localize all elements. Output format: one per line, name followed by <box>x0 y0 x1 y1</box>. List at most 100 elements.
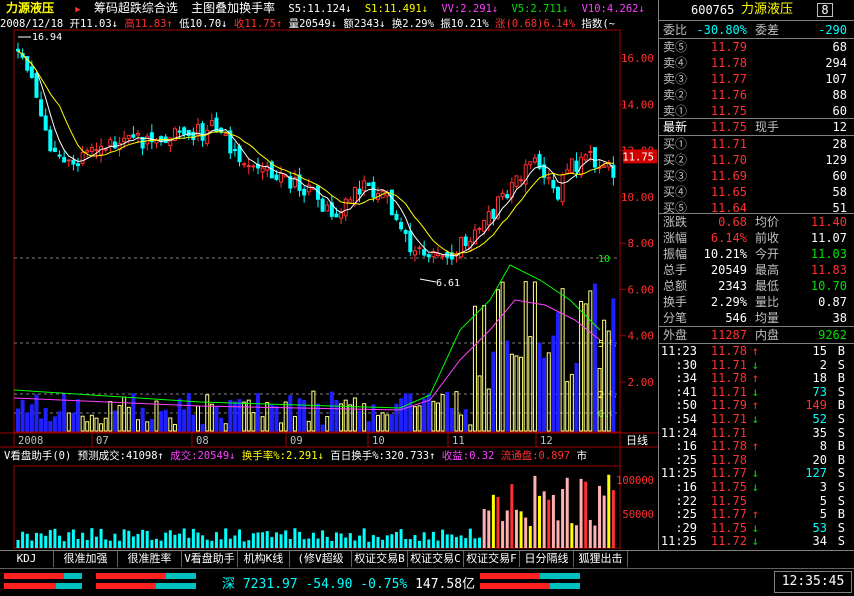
market-index-summary[interactable]: 深 7231.97 -54.90 -0.75% 147.58亿 <box>222 573 475 592</box>
market-chg: -54.90 <box>305 577 353 592</box>
volume-bar <box>242 541 246 548</box>
volume-bar <box>108 540 112 548</box>
candle-body <box>417 247 422 250</box>
bid-row[interactable]: 买① 11.71 28 <box>659 136 854 152</box>
bid-price: 11.71 <box>710 137 747 151</box>
tick-direction-icon: ↓ <box>751 412 759 426</box>
volume-bar <box>371 535 375 548</box>
candle-body <box>108 139 113 147</box>
tick-volume: 2 <box>819 357 827 372</box>
ask-row[interactable]: 卖① 11.75 60 <box>659 103 854 119</box>
indicator-tab[interactable]: 很准胜率 <box>118 551 182 567</box>
candle-body <box>463 236 468 247</box>
indicator-tab[interactable]: (修V超级MACD) <box>290 551 352 581</box>
ask-label: 卖⑤ <box>663 40 688 54</box>
vol-volume: 成交:20549↓ <box>170 450 236 462</box>
tick-price: 11.71 <box>710 384 747 399</box>
volume-bar <box>551 494 555 548</box>
ask-row[interactable]: 卖③ 11.77 107 <box>659 71 854 87</box>
vol-indicator-name[interactable]: V看盘助手(0) <box>4 450 71 462</box>
volume-bar <box>482 509 486 548</box>
bid-row[interactable]: 买④ 11.65 58 <box>659 184 854 200</box>
turnover-bar <box>112 410 117 432</box>
candle-body <box>320 198 325 212</box>
period-label[interactable]: 日线 <box>626 433 648 447</box>
x-tick-label: 11 <box>452 435 465 447</box>
menu-arrow-icon[interactable]: ▶ <box>75 5 80 15</box>
market-bar-down-2 <box>56 583 82 589</box>
market-bar-up-4 <box>96 583 156 589</box>
volume-bar <box>251 533 255 548</box>
tick-time: :25 <box>675 507 697 522</box>
kline-chart-area[interactable]: 16.0014.0012.0010.008.006.004.002.00105 … <box>0 0 658 550</box>
tick-row: :30 11.71 ↓ 2 S <box>659 357 854 372</box>
ohlc-info-row: 2008/12/18 开11.03↓ 高11.83↑ 低10.70↓ 收11.7… <box>0 17 658 31</box>
bar-volume: 量20549↓ <box>288 18 338 30</box>
volume-bar <box>210 540 214 548</box>
indicator-tab[interactable]: 日分隔线 <box>520 551 574 567</box>
stock-badge[interactable]: 8 <box>817 3 833 17</box>
volume-bar <box>565 477 569 548</box>
volume-bar <box>187 537 191 548</box>
volume-bar <box>173 534 177 548</box>
indicator-tab[interactable]: 很准加强 <box>54 551 118 567</box>
candle-body <box>223 133 228 136</box>
ask-row[interactable]: 卖② 11.76 88 <box>659 87 854 103</box>
volume-bar <box>473 538 477 548</box>
volume-bar <box>94 536 98 548</box>
kline-chart[interactable]: 16.0014.0012.0010.008.006.004.002.00105 … <box>0 0 658 550</box>
candle-body <box>85 150 90 153</box>
indicator-tab[interactable]: 权证交易B <box>352 551 408 567</box>
volume-bar <box>279 534 283 548</box>
indicator-tab[interactable]: 狐狸出击 <box>574 551 628 567</box>
turnover-bar <box>94 417 99 432</box>
candle-body <box>306 184 311 193</box>
indicator-tab[interactable]: 机构K线 <box>238 551 290 567</box>
tick-row: 11:25 11.77 ↓ 127 S <box>659 467 854 480</box>
bid-row[interactable]: 买② 11.70 129 <box>659 152 854 168</box>
turnover-bar <box>380 412 385 432</box>
volume-indicator-header: V看盘助手(0) 预测成交:41098↑ 成交:20549↓ 换手率%:2.29… <box>4 448 587 463</box>
index-label[interactable]: 指数(~ <box>581 18 615 30</box>
stat-label: 总手 <box>663 263 688 277</box>
volume-bar <box>288 538 292 548</box>
volume-bar <box>30 540 34 548</box>
volume-bar <box>358 535 362 548</box>
turnover-bar <box>48 420 53 432</box>
ask-volume: 68 <box>832 40 847 54</box>
tick-time: :25 <box>675 452 697 467</box>
tick-direction-icon: ↑ <box>751 507 759 522</box>
turnover-bar <box>122 396 127 432</box>
candle-body <box>52 147 57 153</box>
bid-row[interactable]: 买③ 11.69 60 <box>659 168 854 184</box>
market-bar-down-3 <box>166 573 196 579</box>
tick-row: :29 11.75 ↓ 53 S <box>659 521 854 535</box>
volume-bar <box>579 478 583 548</box>
indicator-tab[interactable]: 权证交易F <box>464 551 520 567</box>
volume-bar <box>122 529 126 548</box>
turnover-bar <box>99 423 104 432</box>
bar-amplitude: 振10.21% <box>440 18 489 30</box>
now-label: 现手 <box>755 120 780 134</box>
overlay-label[interactable]: 主图叠加换手率 <box>191 1 275 15</box>
candle-body <box>565 169 570 174</box>
tick-price: 11.75 <box>710 480 747 494</box>
indicator-tab[interactable]: 权证交易C <box>408 551 464 567</box>
candle-body <box>403 229 408 234</box>
tick-time: :54 <box>675 412 697 426</box>
stat-value: 2.29% <box>710 295 747 309</box>
turnover-bar <box>168 417 173 432</box>
indicator-tab[interactable]: KDJ <box>0 551 54 567</box>
turnover-bar <box>219 417 224 432</box>
turnover-bar <box>214 406 219 432</box>
indicator-tab[interactable]: V看盘助手 <box>182 551 238 567</box>
ask-row[interactable]: 卖④ 11.78 294 <box>659 55 854 71</box>
turnover-bar <box>126 406 131 432</box>
turnover-bar <box>145 421 150 432</box>
tick-side: S <box>837 480 845 494</box>
ask-row[interactable]: 卖⑤ 11.79 68 <box>659 39 854 55</box>
formula-menu[interactable]: 筹码超跌综合选 <box>94 1 178 15</box>
bid-label: 买④ <box>663 185 688 199</box>
candle-body <box>366 182 371 186</box>
tick-volume: 149 <box>805 398 827 413</box>
